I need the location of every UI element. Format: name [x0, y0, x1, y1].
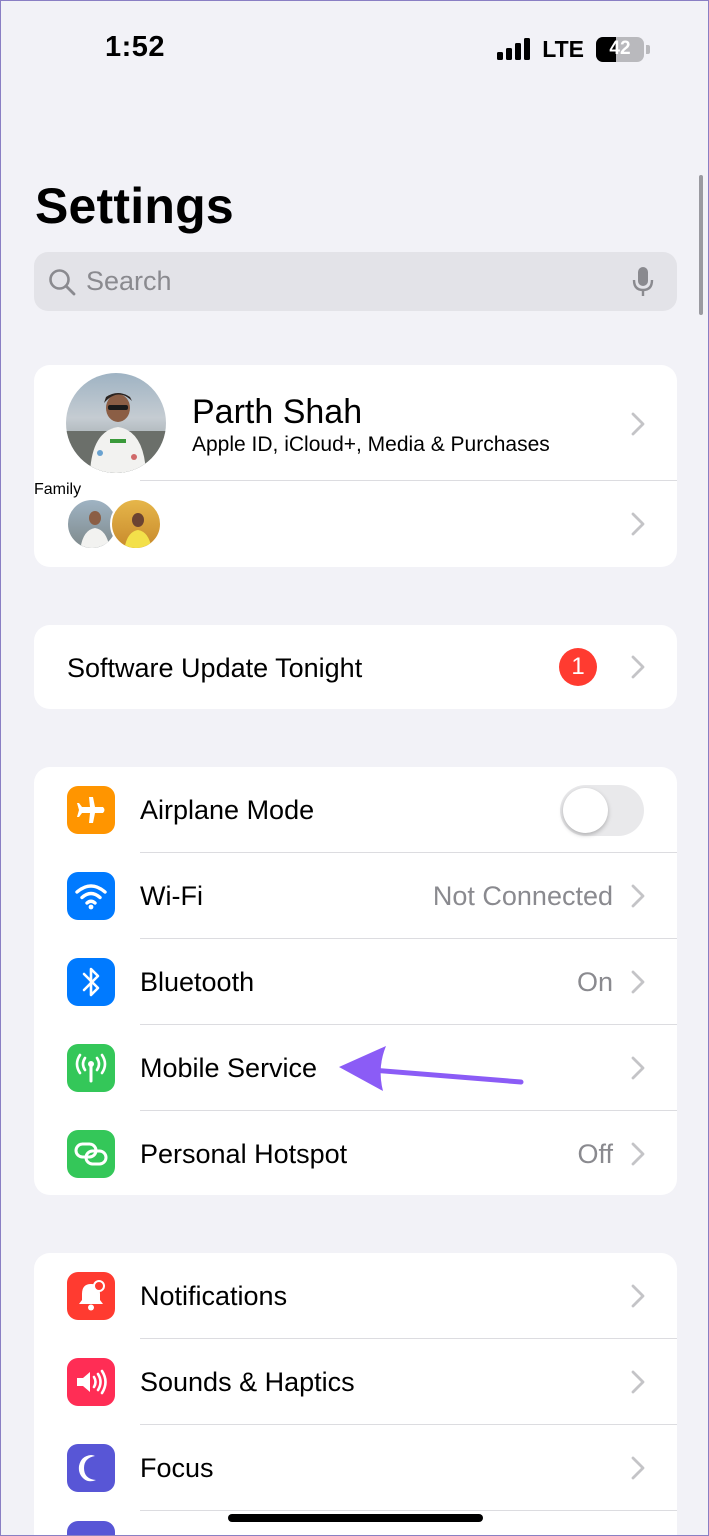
- notifications-label: Notifications: [140, 1280, 288, 1311]
- software-update-label: Software Update Tonight: [67, 653, 363, 683]
- search-icon: [49, 268, 76, 295]
- focus-label: Focus: [140, 1452, 214, 1483]
- chevron-right-icon: [631, 1142, 645, 1166]
- bluetooth-icon: [67, 958, 115, 1006]
- hotspot-icon: [67, 1130, 115, 1178]
- chevron-right-icon: [631, 655, 645, 679]
- notifications-row[interactable]: Notifications: [34, 1253, 677, 1339]
- scroll-indicator: [699, 175, 703, 315]
- mobile-service-label: Mobile Service: [140, 1052, 318, 1083]
- family-avatars: [66, 498, 166, 550]
- settings-screen: 1:52 LTE 42 Settings Search Parth Shah A…: [0, 0, 709, 1536]
- status-icons: LTE 42: [497, 35, 650, 63]
- network-type: LTE: [542, 35, 584, 62]
- wifi-row[interactable]: Wi-Fi Not Connected: [34, 853, 677, 939]
- connectivity-group: Airplane Mode Wi-Fi Not Connected Blueto…: [34, 767, 677, 1195]
- airplane-mode-toggle[interactable]: [560, 784, 644, 836]
- chevron-right-icon: [631, 1284, 645, 1308]
- chevron-right-icon: [631, 1456, 645, 1480]
- bell-icon: [67, 1272, 115, 1320]
- profile-name: Parth Shah: [192, 393, 363, 431]
- focus-row[interactable]: Focus: [34, 1425, 677, 1511]
- personal-hotspot-status: Off: [577, 1138, 613, 1169]
- antenna-icon: [67, 1044, 115, 1092]
- search-input[interactable]: [86, 266, 623, 297]
- general-group: Notifications Sounds & Haptics Focus: [34, 1253, 677, 1535]
- chevron-right-icon: [631, 512, 645, 536]
- profile-group: Parth Shah Apple ID, iCloud+, Media & Pu…: [34, 365, 677, 567]
- bluetooth-label: Bluetooth: [140, 966, 255, 997]
- cellular-signal-icon: [497, 38, 531, 60]
- speaker-icon: [67, 1358, 115, 1406]
- chevron-right-icon: [631, 1056, 645, 1080]
- battery-level: 42: [609, 38, 631, 59]
- annotation-arrow-icon: [339, 1046, 524, 1091]
- avatar: [66, 373, 166, 473]
- family-label: Family: [34, 481, 82, 498]
- sounds-haptics-label: Sounds & Haptics: [140, 1366, 355, 1397]
- sounds-haptics-row[interactable]: Sounds & Haptics: [34, 1339, 677, 1425]
- microphone-icon[interactable]: [623, 262, 663, 302]
- bluetooth-row[interactable]: Bluetooth On: [34, 939, 677, 1025]
- chevron-right-icon: [631, 884, 645, 908]
- update-count-badge: 1: [559, 648, 597, 686]
- moon-icon: [67, 1444, 115, 1492]
- airplane-icon: [67, 786, 115, 834]
- page-title: Settings: [35, 178, 234, 234]
- family-row[interactable]: Family: [34, 481, 677, 567]
- wifi-label: Wi-Fi: [140, 880, 203, 911]
- apple-id-row[interactable]: Parth Shah Apple ID, iCloud+, Media & Pu…: [34, 365, 677, 481]
- chevron-right-icon: [631, 412, 645, 436]
- airplane-mode-label: Airplane Mode: [140, 794, 315, 825]
- profile-subtitle: Apple ID, iCloud+, Media & Purchases: [192, 433, 550, 456]
- chevron-right-icon: [631, 1370, 645, 1394]
- status-time: 1:52: [105, 31, 166, 63]
- bluetooth-status: On: [576, 966, 613, 997]
- airplane-mode-row: Airplane Mode: [34, 767, 677, 853]
- home-indicator[interactable]: [228, 1514, 483, 1522]
- personal-hotspot-row[interactable]: Personal Hotspot Off: [34, 1111, 677, 1195]
- hourglass-icon: [67, 1521, 115, 1535]
- search-field[interactable]: [34, 252, 677, 311]
- personal-hotspot-label: Personal Hotspot: [140, 1138, 348, 1169]
- wifi-icon: [67, 872, 115, 920]
- software-update-row[interactable]: Software Update Tonight 1: [34, 625, 677, 709]
- battery-icon: 42: [596, 36, 644, 62]
- wifi-status: Not Connected: [432, 880, 613, 911]
- chevron-right-icon: [631, 970, 645, 994]
